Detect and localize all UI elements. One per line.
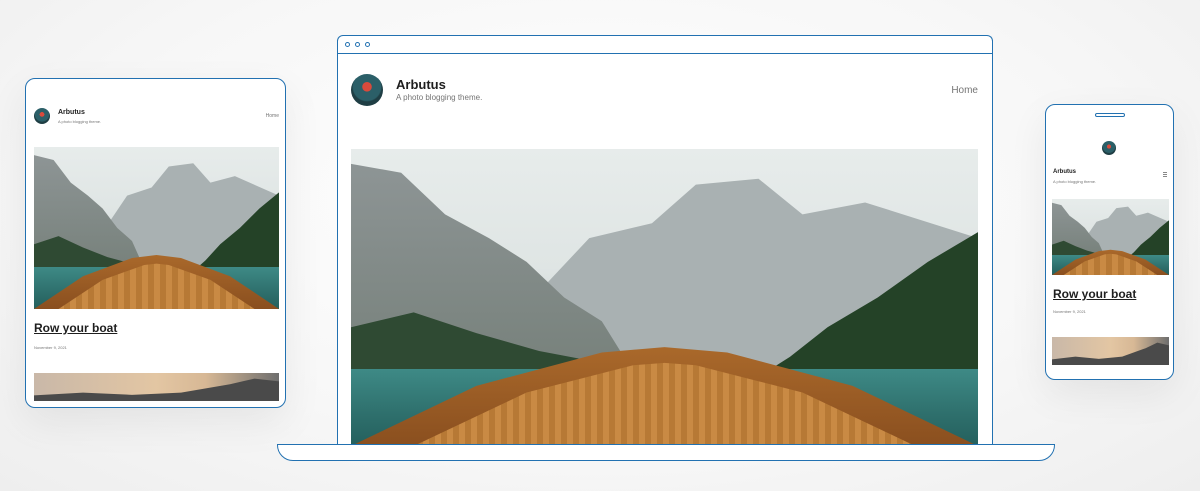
laptop-base [277, 444, 1055, 461]
site-tagline: A photo blogging theme. [58, 119, 102, 124]
post-date: November 9, 2021 [1053, 309, 1086, 314]
post-title-link[interactable]: Row your boat [34, 321, 117, 335]
laptop-device: Arbutus A photo blogging theme. Home [337, 35, 993, 445]
phone-speaker [1095, 113, 1125, 117]
site-logo-avatar[interactable] [34, 108, 50, 124]
next-post-image[interactable] [34, 373, 279, 401]
site-tagline: A photo blogging theme. [1053, 179, 1097, 184]
next-post-image[interactable] [1052, 337, 1169, 365]
post-featured-image[interactable] [34, 147, 279, 309]
window-control-dot-icon [355, 42, 360, 47]
menu-icon[interactable] [1163, 172, 1167, 178]
site-title[interactable]: Arbutus [1053, 169, 1076, 175]
site-tagline: A photo blogging theme. [396, 93, 483, 102]
post-featured-image[interactable] [351, 149, 978, 445]
post-title-link[interactable]: Row your boat [1053, 287, 1136, 301]
tablet-screen: Arbutus A photo blogging theme. Home Row… [34, 97, 279, 401]
tablet-device: Arbutus A photo blogging theme. Home Row… [25, 78, 286, 408]
window-control-dot-icon [345, 42, 350, 47]
phone-screen: Arbutus A photo blogging theme. Row your… [1052, 131, 1169, 375]
nav-link-home[interactable]: Home [951, 85, 978, 96]
browser-titlebar [338, 36, 992, 54]
site-logo-avatar[interactable] [1102, 141, 1116, 155]
window-control-dot-icon [365, 42, 370, 47]
site-title[interactable]: Arbutus [396, 77, 446, 92]
post-date: November 9, 2021 [34, 345, 67, 350]
post-featured-image[interactable] [1052, 199, 1169, 275]
phone-device: Arbutus A photo blogging theme. Row your… [1045, 104, 1174, 380]
nav-link-home[interactable]: Home [266, 113, 279, 119]
site-logo-avatar[interactable] [351, 74, 383, 106]
site-title[interactable]: Arbutus [58, 109, 85, 116]
